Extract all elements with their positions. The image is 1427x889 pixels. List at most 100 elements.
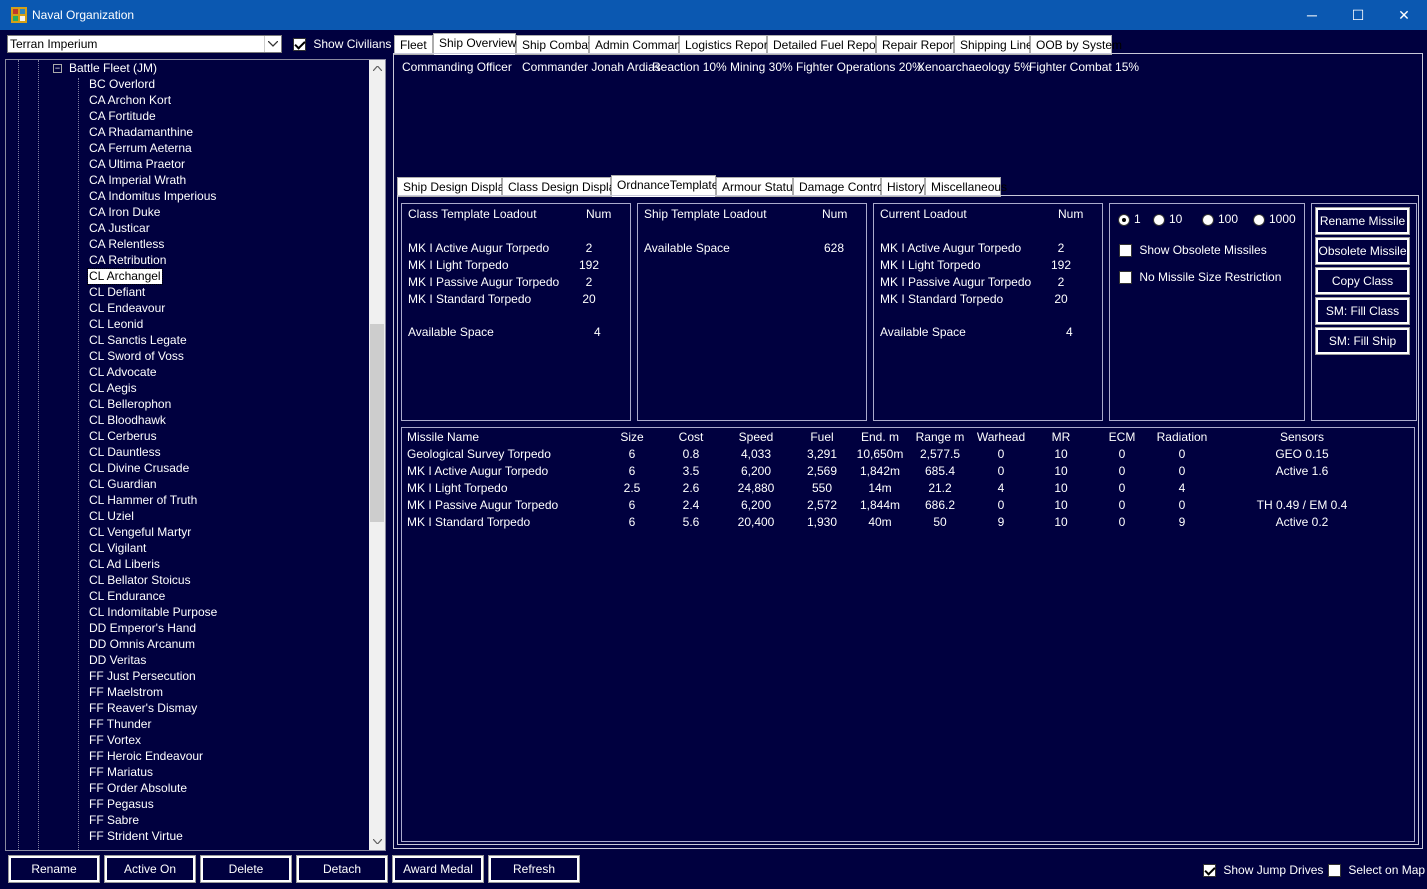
tree-item-ff-strident-virtue[interactable]: FF Strident Virtue: [88, 829, 184, 844]
no-size-restriction-checkbox[interactable]: [1119, 271, 1132, 285]
tree-item-cl-bellerophon[interactable]: CL Bellerophon: [88, 397, 172, 412]
tab-fleet[interactable]: Fleet: [394, 35, 433, 55]
tab-repair-report[interactable]: Repair Report: [876, 35, 957, 55]
tree-item-ff-just-persecution[interactable]: FF Just Persecution: [88, 669, 197, 684]
subtab-history[interactable]: History: [881, 177, 925, 197]
tree-item-bc-overlord[interactable]: BC Overlord: [88, 77, 156, 92]
quantity-radio-10[interactable]: 10: [1153, 212, 1182, 226]
button-active-on[interactable]: Active On: [104, 855, 196, 883]
tree-item-cl-aegis[interactable]: CL Aegis: [88, 381, 138, 396]
tab-detailed-fuel-report[interactable]: Detailed Fuel Report: [767, 35, 883, 55]
tree-item-cl-bloodhawk[interactable]: CL Bloodhawk: [88, 413, 167, 428]
minimize-button[interactable]: ─: [1289, 0, 1335, 30]
tree-item-cl-guardian[interactable]: CL Guardian: [88, 477, 158, 492]
tree-item-ca-retribution[interactable]: CA Retribution: [88, 253, 167, 268]
tree-item-cl-cerberus[interactable]: CL Cerberus: [88, 429, 158, 444]
radio-icon[interactable]: [1202, 213, 1214, 226]
tree-item-ca-justicar[interactable]: CA Justicar: [88, 221, 151, 236]
chevron-down-icon[interactable]: [264, 36, 281, 52]
tree-item-cl-endurance[interactable]: CL Endurance: [88, 589, 166, 604]
tree-item-cl-divine-crusade[interactable]: CL Divine Crusade: [88, 461, 190, 476]
tree-item-ff-reaver-s-dismay[interactable]: FF Reaver's Dismay: [88, 701, 198, 716]
subtab-class-design-display[interactable]: Class Design Display: [502, 177, 621, 197]
tree-scrollbar[interactable]: [369, 60, 385, 850]
tree-item-ca-iron-duke[interactable]: CA Iron Duke: [88, 205, 161, 220]
tree-item-ff-heroic-endeavour[interactable]: FF Heroic Endeavour: [88, 749, 204, 764]
tree-item-ff-maelstrom[interactable]: FF Maelstrom: [88, 685, 164, 700]
show-obsolete-toggle[interactable]: Show Obsolete Missiles: [1119, 243, 1267, 258]
subtab-armour-status[interactable]: Armour Status: [716, 177, 799, 197]
tree-item-ff-thunder[interactable]: FF Thunder: [88, 717, 152, 732]
quantity-radio-1[interactable]: 1: [1118, 212, 1141, 226]
tree-item-cl-dauntless[interactable]: CL Dauntless: [88, 445, 162, 460]
tree-item-cl-indomitable-purpose[interactable]: CL Indomitable Purpose: [88, 605, 218, 620]
select-on-map-checkbox[interactable]: [1328, 864, 1341, 878]
collapse-icon[interactable]: −: [53, 64, 62, 73]
tree-item-cl-archangel[interactable]: CL Archangel: [87, 268, 163, 285]
tree-item-cl-sanctis-legate[interactable]: CL Sanctis Legate: [88, 333, 188, 348]
button-delete[interactable]: Delete: [200, 855, 292, 883]
tree-item-cl-sword-of-voss[interactable]: CL Sword of Voss: [88, 349, 185, 364]
tree-item-ca-indomitus-imperious[interactable]: CA Indomitus Imperious: [88, 189, 217, 204]
tree-item-ca-imperial-wrath[interactable]: CA Imperial Wrath: [88, 173, 187, 188]
scroll-thumb[interactable]: [370, 324, 384, 522]
tab-admin-command[interactable]: Admin Command: [589, 35, 688, 55]
tree-item-cl-ad-liberis[interactable]: CL Ad Liberis: [88, 557, 161, 572]
button-refresh[interactable]: Refresh: [488, 855, 580, 883]
no-size-restriction-toggle[interactable]: No Missile Size Restriction: [1119, 270, 1281, 285]
tree-item-cl-leonid[interactable]: CL Leonid: [88, 317, 144, 332]
button-rename-missile[interactable]: Rename Missile: [1315, 207, 1410, 235]
button-sm-fill-class[interactable]: SM: Fill Class: [1315, 297, 1410, 325]
button-detach[interactable]: Detach: [296, 855, 388, 883]
scroll-up-icon[interactable]: [369, 60, 385, 77]
tree-item-cl-uziel[interactable]: CL Uziel: [88, 509, 135, 524]
tree-item-ff-sabre[interactable]: FF Sabre: [88, 813, 140, 828]
show-jump-drives-toggle[interactable]: Show Jump Drives: [1203, 863, 1323, 878]
tree-item-ff-vortex[interactable]: FF Vortex: [88, 733, 142, 748]
tree-item-ca-relentless[interactable]: CA Relentless: [88, 237, 165, 252]
select-on-map-toggle[interactable]: Select on Map: [1328, 863, 1425, 878]
show-civilians-toggle[interactable]: Show Civilians: [293, 37, 391, 52]
tree-root-battle-fleet[interactable]: Battle Fleet (JM): [69, 61, 157, 75]
fleet-tree[interactable]: − Battle Fleet (JM) BC Overlord CA Archon…: [5, 59, 386, 851]
scroll-down-icon[interactable]: [369, 833, 385, 850]
tree-item-cl-bellator-stoicus[interactable]: CL Bellator Stoicus: [88, 573, 192, 588]
tree-item-ca-ferrum-aeterna[interactable]: CA Ferrum Aeterna: [88, 141, 193, 156]
tab-oob-by-system[interactable]: OOB by System: [1030, 35, 1122, 55]
subtab-ordnancetemplate[interactable]: OrdnanceTemplate: [611, 175, 718, 197]
tab-ship-overview[interactable]: Ship Overview: [433, 33, 516, 55]
tab-logistics-report[interactable]: Logistics Report: [679, 35, 771, 55]
tree-item-ff-mariatus[interactable]: FF Mariatus: [88, 765, 154, 780]
tree-item-cl-advocate[interactable]: CL Advocate: [88, 365, 158, 380]
tree-item-cl-vengeful-martyr[interactable]: CL Vengeful Martyr: [88, 525, 192, 540]
tree-item-dd-omnis-arcanum[interactable]: DD Omnis Arcanum: [88, 637, 196, 652]
show-jump-drives-checkbox[interactable]: [1203, 864, 1216, 878]
close-button[interactable]: ✕: [1381, 0, 1427, 30]
tree-item-ca-archon-kort[interactable]: CA Archon Kort: [88, 93, 172, 108]
tree-item-cl-endeavour[interactable]: CL Endeavour: [88, 301, 166, 316]
tree-item-cl-defiant[interactable]: CL Defiant: [88, 285, 146, 300]
tree-item-ff-order-absolute[interactable]: FF Order Absolute: [88, 781, 188, 796]
subtab-ship-design-display[interactable]: Ship Design Display: [397, 177, 510, 197]
tree-item-ca-rhadamanthine[interactable]: CA Rhadamanthine: [88, 125, 194, 140]
radio-icon[interactable]: [1118, 213, 1130, 226]
show-obsolete-checkbox[interactable]: [1119, 244, 1132, 258]
subtab-miscellaneous[interactable]: Miscellaneous: [925, 177, 1007, 197]
subtab-damage-control[interactable]: Damage Control: [793, 177, 886, 197]
tree-item-dd-veritas[interactable]: DD Veritas: [88, 653, 147, 668]
tree-item-ca-ultima-praetor[interactable]: CA Ultima Praetor: [88, 157, 186, 172]
quantity-radio-1000[interactable]: 1000: [1253, 212, 1296, 226]
button-award-medal[interactable]: Award Medal: [392, 855, 484, 883]
radio-icon[interactable]: [1253, 213, 1265, 226]
tab-shipping-line[interactable]: Shipping Line: [954, 35, 1033, 55]
button-obsolete-missile[interactable]: Obsolete Missile: [1315, 237, 1410, 265]
button-rename[interactable]: Rename: [8, 855, 100, 883]
tab-ship-combat[interactable]: Ship Combat: [516, 35, 591, 55]
show-civilians-checkbox[interactable]: [293, 38, 306, 52]
tree-item-ff-pegasus[interactable]: FF Pegasus: [88, 797, 155, 812]
tree-item-dd-emperor-s-hand[interactable]: DD Emperor's Hand: [88, 621, 197, 636]
race-select[interactable]: Terran Imperium: [7, 35, 282, 53]
radio-icon[interactable]: [1153, 213, 1165, 226]
maximize-button[interactable]: ☐: [1335, 0, 1381, 30]
button-sm-fill-ship[interactable]: SM: Fill Ship: [1315, 327, 1410, 355]
